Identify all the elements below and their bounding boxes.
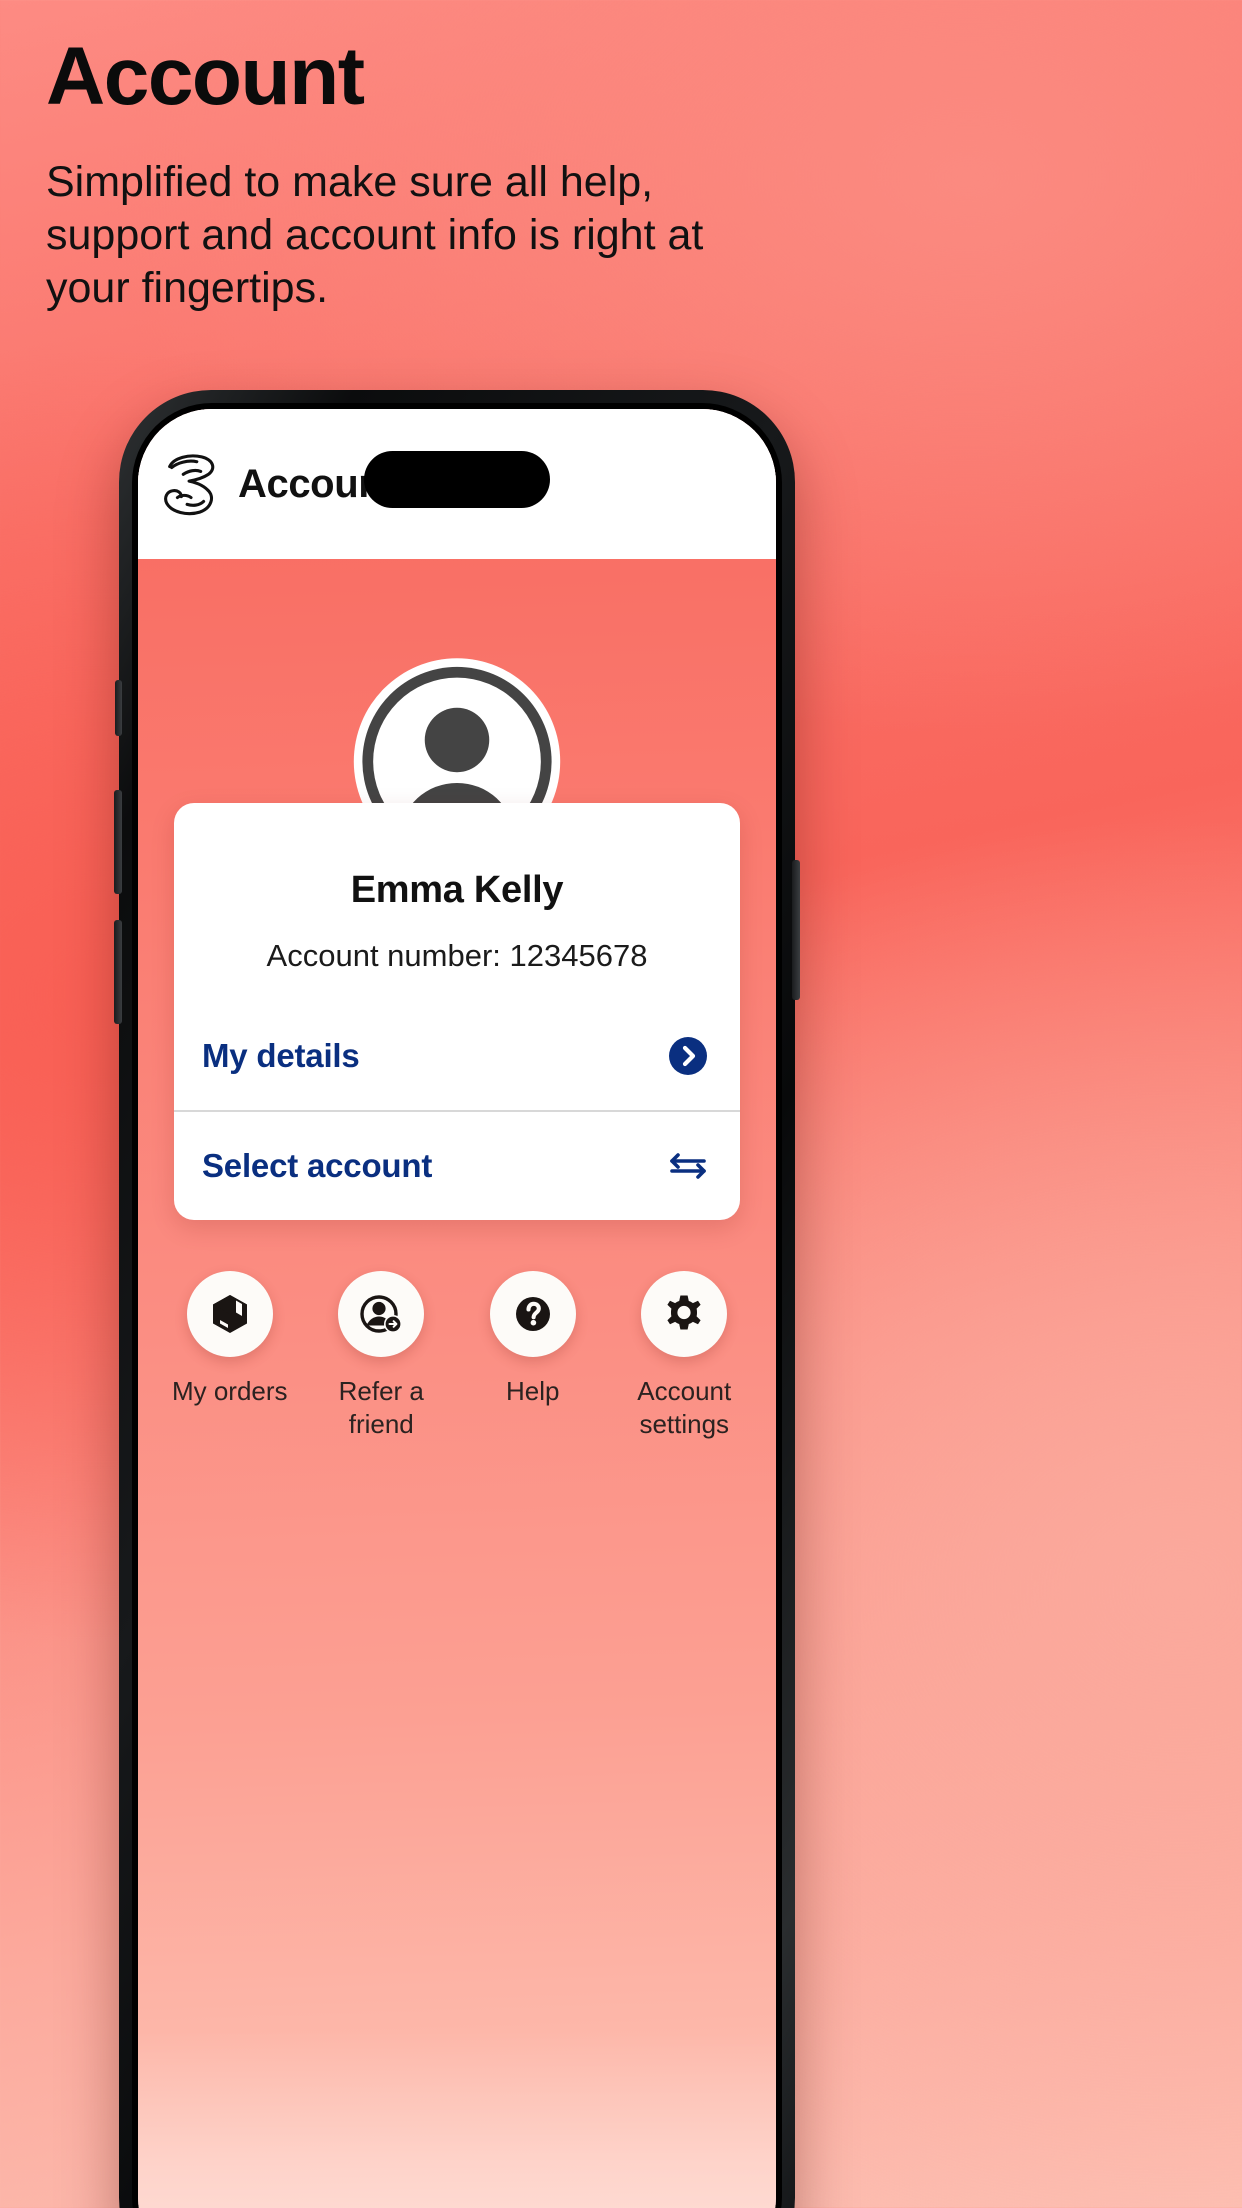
quick-nav-label-help: Help (506, 1376, 560, 1406)
quick-nav: My orders Refer a friend Help Account se… (138, 1271, 776, 1442)
phone-screen: Account Emma Kelly Account number: 12345… (138, 409, 776, 2208)
page-title: Account (46, 31, 365, 122)
account-card: Emma Kelly Account number: 12345678 My d… (174, 803, 740, 1220)
quick-nav-item-my-orders[interactable]: My orders (165, 1271, 295, 1442)
power-button[interactable] (792, 860, 800, 1000)
row-my-details[interactable]: My details (174, 1002, 740, 1110)
row-select-account-label: Select account (202, 1147, 433, 1184)
three-logo-icon (164, 454, 215, 516)
screen-bottom-gradient (138, 2031, 776, 2208)
switch-arrows-icon[interactable] (664, 1142, 712, 1190)
quick-nav-item-refer-a-friend[interactable]: Refer a friend (316, 1271, 446, 1442)
question-mark-circle-icon (489, 1271, 576, 1357)
volume-down-button[interactable] (114, 920, 122, 1024)
quick-nav-label-my-orders: My orders (171, 1376, 288, 1406)
quick-nav-label-account-settings: Account settings (637, 1376, 732, 1440)
account-card-header: Emma Kelly Account number: 12345678 (174, 803, 740, 1002)
dynamic-island (364, 451, 550, 508)
person-share-icon (338, 1271, 425, 1357)
volume-up-button[interactable] (114, 790, 122, 894)
account-number: Account number: 12345678 (266, 938, 648, 973)
phone-bezel: Account Emma Kelly Account number: 12345… (132, 403, 782, 2208)
quick-nav-label-refer-a-friend: Refer a friend (338, 1376, 424, 1440)
package-box-icon (186, 1271, 273, 1357)
quick-nav-item-account-settings[interactable]: Account settings (619, 1271, 749, 1442)
phone-mockup: Account Emma Kelly Account number: 12345… (114, 390, 800, 2208)
chevron-right-circle-icon[interactable] (664, 1032, 712, 1080)
row-my-details-label: My details (202, 1037, 360, 1074)
app-content: Account Emma Kelly Account number: 12345… (138, 409, 776, 2208)
promo-copy: Account Simplified to make sure all help… (46, 31, 1026, 315)
promo-subtitle: Simplified to make sure all help, suppor… (46, 158, 704, 312)
user-name: Emma Kelly (350, 869, 564, 911)
silent-switch[interactable] (115, 680, 122, 736)
row-select-account[interactable]: Select account (174, 1110, 740, 1220)
quick-nav-item-help[interactable]: Help (468, 1271, 598, 1442)
gear-icon (641, 1271, 728, 1357)
